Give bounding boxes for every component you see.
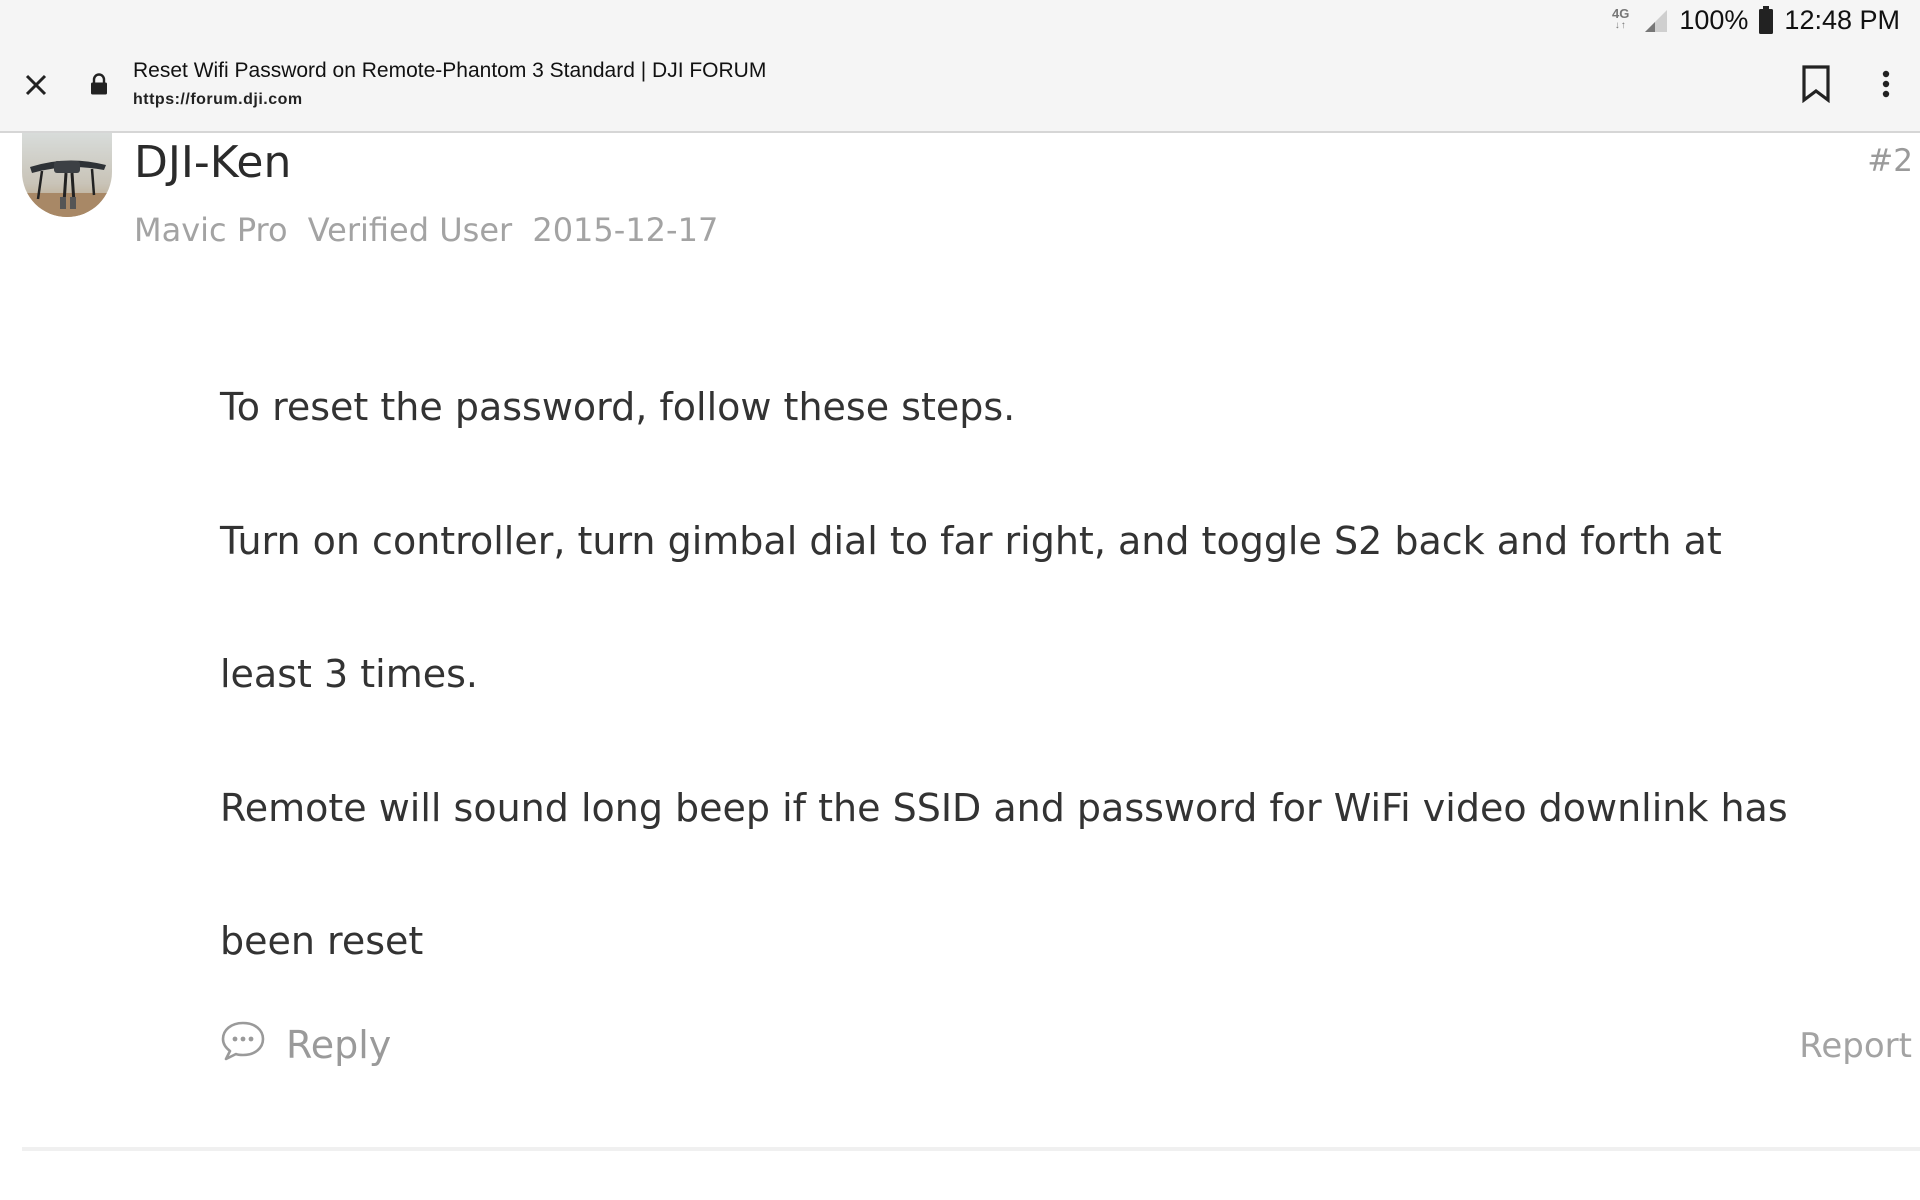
reply-label: Reply bbox=[286, 1023, 392, 1067]
more-options-button[interactable] bbox=[1864, 62, 1908, 110]
forum-post: DJI-Ken #2 Mavic Pro Verified User 2015-… bbox=[0, 133, 1920, 1200]
network-type-label: 4G bbox=[1612, 6, 1630, 21]
custom-tab-toolbar: Reset Wifi Password on Remote-Phantom 3 … bbox=[0, 40, 1920, 133]
close-icon bbox=[24, 73, 48, 102]
post-paragraph: Turn on controller, turn gimbal dial to … bbox=[220, 518, 1722, 697]
comment-icon bbox=[220, 1020, 266, 1071]
reply-button[interactable]: Reply bbox=[220, 1015, 391, 1075]
bookmark-button[interactable] bbox=[1794, 62, 1838, 110]
lock-icon bbox=[90, 73, 108, 100]
status-indicators: 4G ↓↑ 100% 12:48 PM bbox=[1612, 0, 1900, 40]
post-paragraph: To reset the password, follow these step… bbox=[220, 385, 1016, 429]
post-paragraph: Remote will sound long beep if the SSID … bbox=[220, 785, 1788, 964]
battery-icon bbox=[1758, 6, 1774, 34]
post-author[interactable]: DJI-Ken bbox=[134, 137, 291, 188]
status-bar: 4G ↓↑ 100% 12:48 PM bbox=[0, 0, 1920, 40]
author-device: Mavic Pro bbox=[134, 211, 288, 249]
post-date: 2015-12-17 bbox=[532, 211, 719, 249]
battery-percent: 100% bbox=[1679, 4, 1749, 35]
verified-badge: Verified User bbox=[307, 211, 513, 249]
post-divider bbox=[22, 1147, 1920, 1151]
bookmark-icon bbox=[1801, 64, 1831, 108]
signal-icon bbox=[1643, 8, 1669, 32]
post-body: To reset the password, follow these step… bbox=[220, 341, 1820, 1009]
more-vert-icon bbox=[1882, 70, 1890, 103]
close-button[interactable] bbox=[14, 65, 58, 109]
post-number[interactable]: #2 bbox=[1867, 143, 1913, 179]
page-url: https://forum.dji.com bbox=[133, 91, 303, 108]
clock: 12:48 PM bbox=[1784, 4, 1900, 35]
4g-icon: 4G ↓↑ bbox=[1612, 6, 1630, 31]
post-meta: Mavic Pro Verified User 2015-12-17 bbox=[134, 211, 728, 249]
avatar[interactable] bbox=[22, 133, 112, 217]
report-link[interactable]: Report bbox=[1799, 1026, 1912, 1066]
page-title: Reset Wifi Password on Remote-Phantom 3 … bbox=[133, 59, 767, 82]
